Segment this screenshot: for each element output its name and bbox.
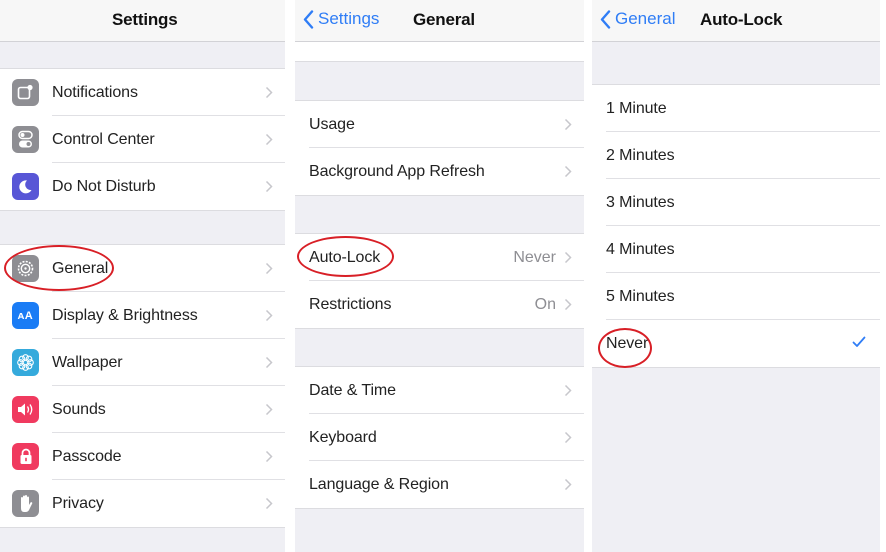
chevron-right-icon [265, 180, 273, 193]
page-title: General [413, 10, 475, 29]
general-item-keyboard[interactable]: Keyboard [295, 414, 584, 461]
settings-item-display-brightness[interactable]: ᴀA Display & Brightness [0, 292, 285, 339]
settings-item-label: Do Not Disturb [52, 177, 156, 195]
option-label: 5 Minutes [606, 287, 675, 305]
option-label: 2 Minutes [606, 146, 675, 164]
auto-lock-screen: General Auto-Lock 1 Minute 2 Minutes 3 M… [592, 0, 880, 552]
settings-item-label: Sounds [52, 400, 106, 418]
auto-lock-option-5-minutes[interactable]: 5 Minutes [592, 273, 880, 320]
chevron-right-icon [265, 262, 273, 275]
chevron-right-icon [265, 133, 273, 146]
settings-item-do-not-disturb[interactable]: Do Not Disturb [0, 163, 285, 210]
settings-item-label: Wallpaper [52, 353, 123, 371]
settings-item-wallpaper[interactable]: Wallpaper [0, 339, 285, 386]
settings-group-2: General ᴀA Display & Brightness Wallpape… [0, 244, 285, 528]
general-group-1: Usage Background App Refresh [295, 100, 584, 196]
auto-lock-option-2-minutes[interactable]: 2 Minutes [592, 132, 880, 179]
settings-item-label: General [52, 259, 109, 277]
general-item-auto-lock[interactable]: Auto-Lock Never [295, 234, 584, 281]
general-item-label: Restrictions [309, 295, 392, 313]
display-brightness-icon: ᴀA [12, 302, 39, 329]
notifications-icon [12, 79, 39, 106]
lock-icon [12, 443, 39, 470]
general-item-language-region[interactable]: Language & Region [295, 461, 584, 508]
settings-group-1: Notifications Control Center Do Not Dist… [0, 68, 285, 211]
option-label: 1 Minute [606, 99, 667, 117]
settings-item-label: Notifications [52, 83, 138, 101]
page-title: Auto-Lock [700, 10, 783, 29]
settings-item-control-center[interactable]: Control Center [0, 116, 285, 163]
speaker-icon [12, 396, 39, 423]
chevron-right-icon [564, 118, 572, 131]
chevron-right-icon [265, 497, 273, 510]
general-item-label: Background App Refresh [309, 162, 485, 180]
settings-item-general[interactable]: General [0, 245, 285, 292]
settings-item-label: Display & Brightness [52, 306, 198, 324]
general-item-label: Auto-Lock [309, 248, 381, 266]
chevron-right-icon [265, 309, 273, 322]
settings-item-label: Control Center [52, 130, 155, 148]
general-item-background-app-refresh[interactable]: Background App Refresh [295, 148, 584, 195]
settings-item-sounds[interactable]: Sounds [0, 386, 285, 433]
auto-lock-value: Never [513, 248, 556, 266]
chevron-right-icon [564, 431, 572, 444]
settings-item-notifications[interactable]: Notifications [0, 69, 285, 116]
auto-lock-option-1-minute[interactable]: 1 Minute [592, 85, 880, 132]
option-label: 3 Minutes [606, 193, 675, 211]
chevron-right-icon [564, 165, 572, 178]
option-label: 4 Minutes [606, 240, 675, 258]
back-button-label: Settings [318, 9, 380, 28]
settings-screen: Settings Notifications Control Center Do… [0, 0, 285, 552]
control-center-icon [12, 126, 39, 153]
general-item-date-time[interactable]: Date & Time [295, 367, 584, 414]
moon-icon [12, 173, 39, 200]
auto-lock-navbar: General Auto-Lock [592, 0, 880, 42]
general-group-3: Date & Time Keyboard Language & Region [295, 366, 584, 509]
settings-navbar: Settings [0, 0, 285, 42]
back-button-settings[interactable]: Settings [303, 9, 379, 29]
scrolled-row-remnant [295, 42, 584, 62]
general-item-label: Date & Time [309, 381, 396, 399]
general-item-label: Usage [309, 115, 355, 133]
wallpaper-flower-icon [12, 349, 39, 376]
chevron-left-icon [303, 9, 314, 29]
back-button-general[interactable]: General [600, 9, 675, 29]
auto-lock-option-3-minutes[interactable]: 3 Minutes [592, 179, 880, 226]
chevron-right-icon [564, 251, 572, 264]
settings-item-passcode[interactable]: Passcode [0, 433, 285, 480]
general-screen: Settings General Usage Background App Re… [295, 0, 584, 552]
back-button-label: General [615, 9, 676, 28]
restrictions-value: On [534, 295, 556, 313]
general-item-usage[interactable]: Usage [295, 101, 584, 148]
chevron-right-icon [564, 384, 572, 397]
general-item-label: Keyboard [309, 428, 377, 446]
gear-icon [12, 255, 39, 282]
chevron-right-icon [265, 356, 273, 369]
settings-item-label: Privacy [52, 494, 104, 512]
option-label: Never [606, 334, 649, 352]
auto-lock-options: 1 Minute 2 Minutes 3 Minutes 4 Minutes 5… [592, 84, 880, 368]
general-item-label: Language & Region [309, 475, 449, 493]
general-navbar: Settings General [295, 0, 584, 42]
settings-item-privacy[interactable]: Privacy [0, 480, 285, 527]
chevron-right-icon [265, 86, 273, 99]
auto-lock-option-4-minutes[interactable]: 4 Minutes [592, 226, 880, 273]
settings-item-label: Passcode [52, 447, 122, 465]
chevron-right-icon [564, 478, 572, 491]
chevron-right-icon [265, 403, 273, 416]
checkmark-icon [852, 336, 866, 347]
hand-icon [12, 490, 39, 517]
chevron-left-icon [600, 9, 611, 29]
general-item-restrictions[interactable]: Restrictions On [295, 281, 584, 328]
chevron-right-icon [265, 450, 273, 463]
general-group-2: Auto-Lock Never Restrictions On [295, 233, 584, 329]
auto-lock-option-never[interactable]: Never [592, 320, 880, 367]
page-title: Settings [112, 10, 178, 29]
chevron-right-icon [564, 298, 572, 311]
